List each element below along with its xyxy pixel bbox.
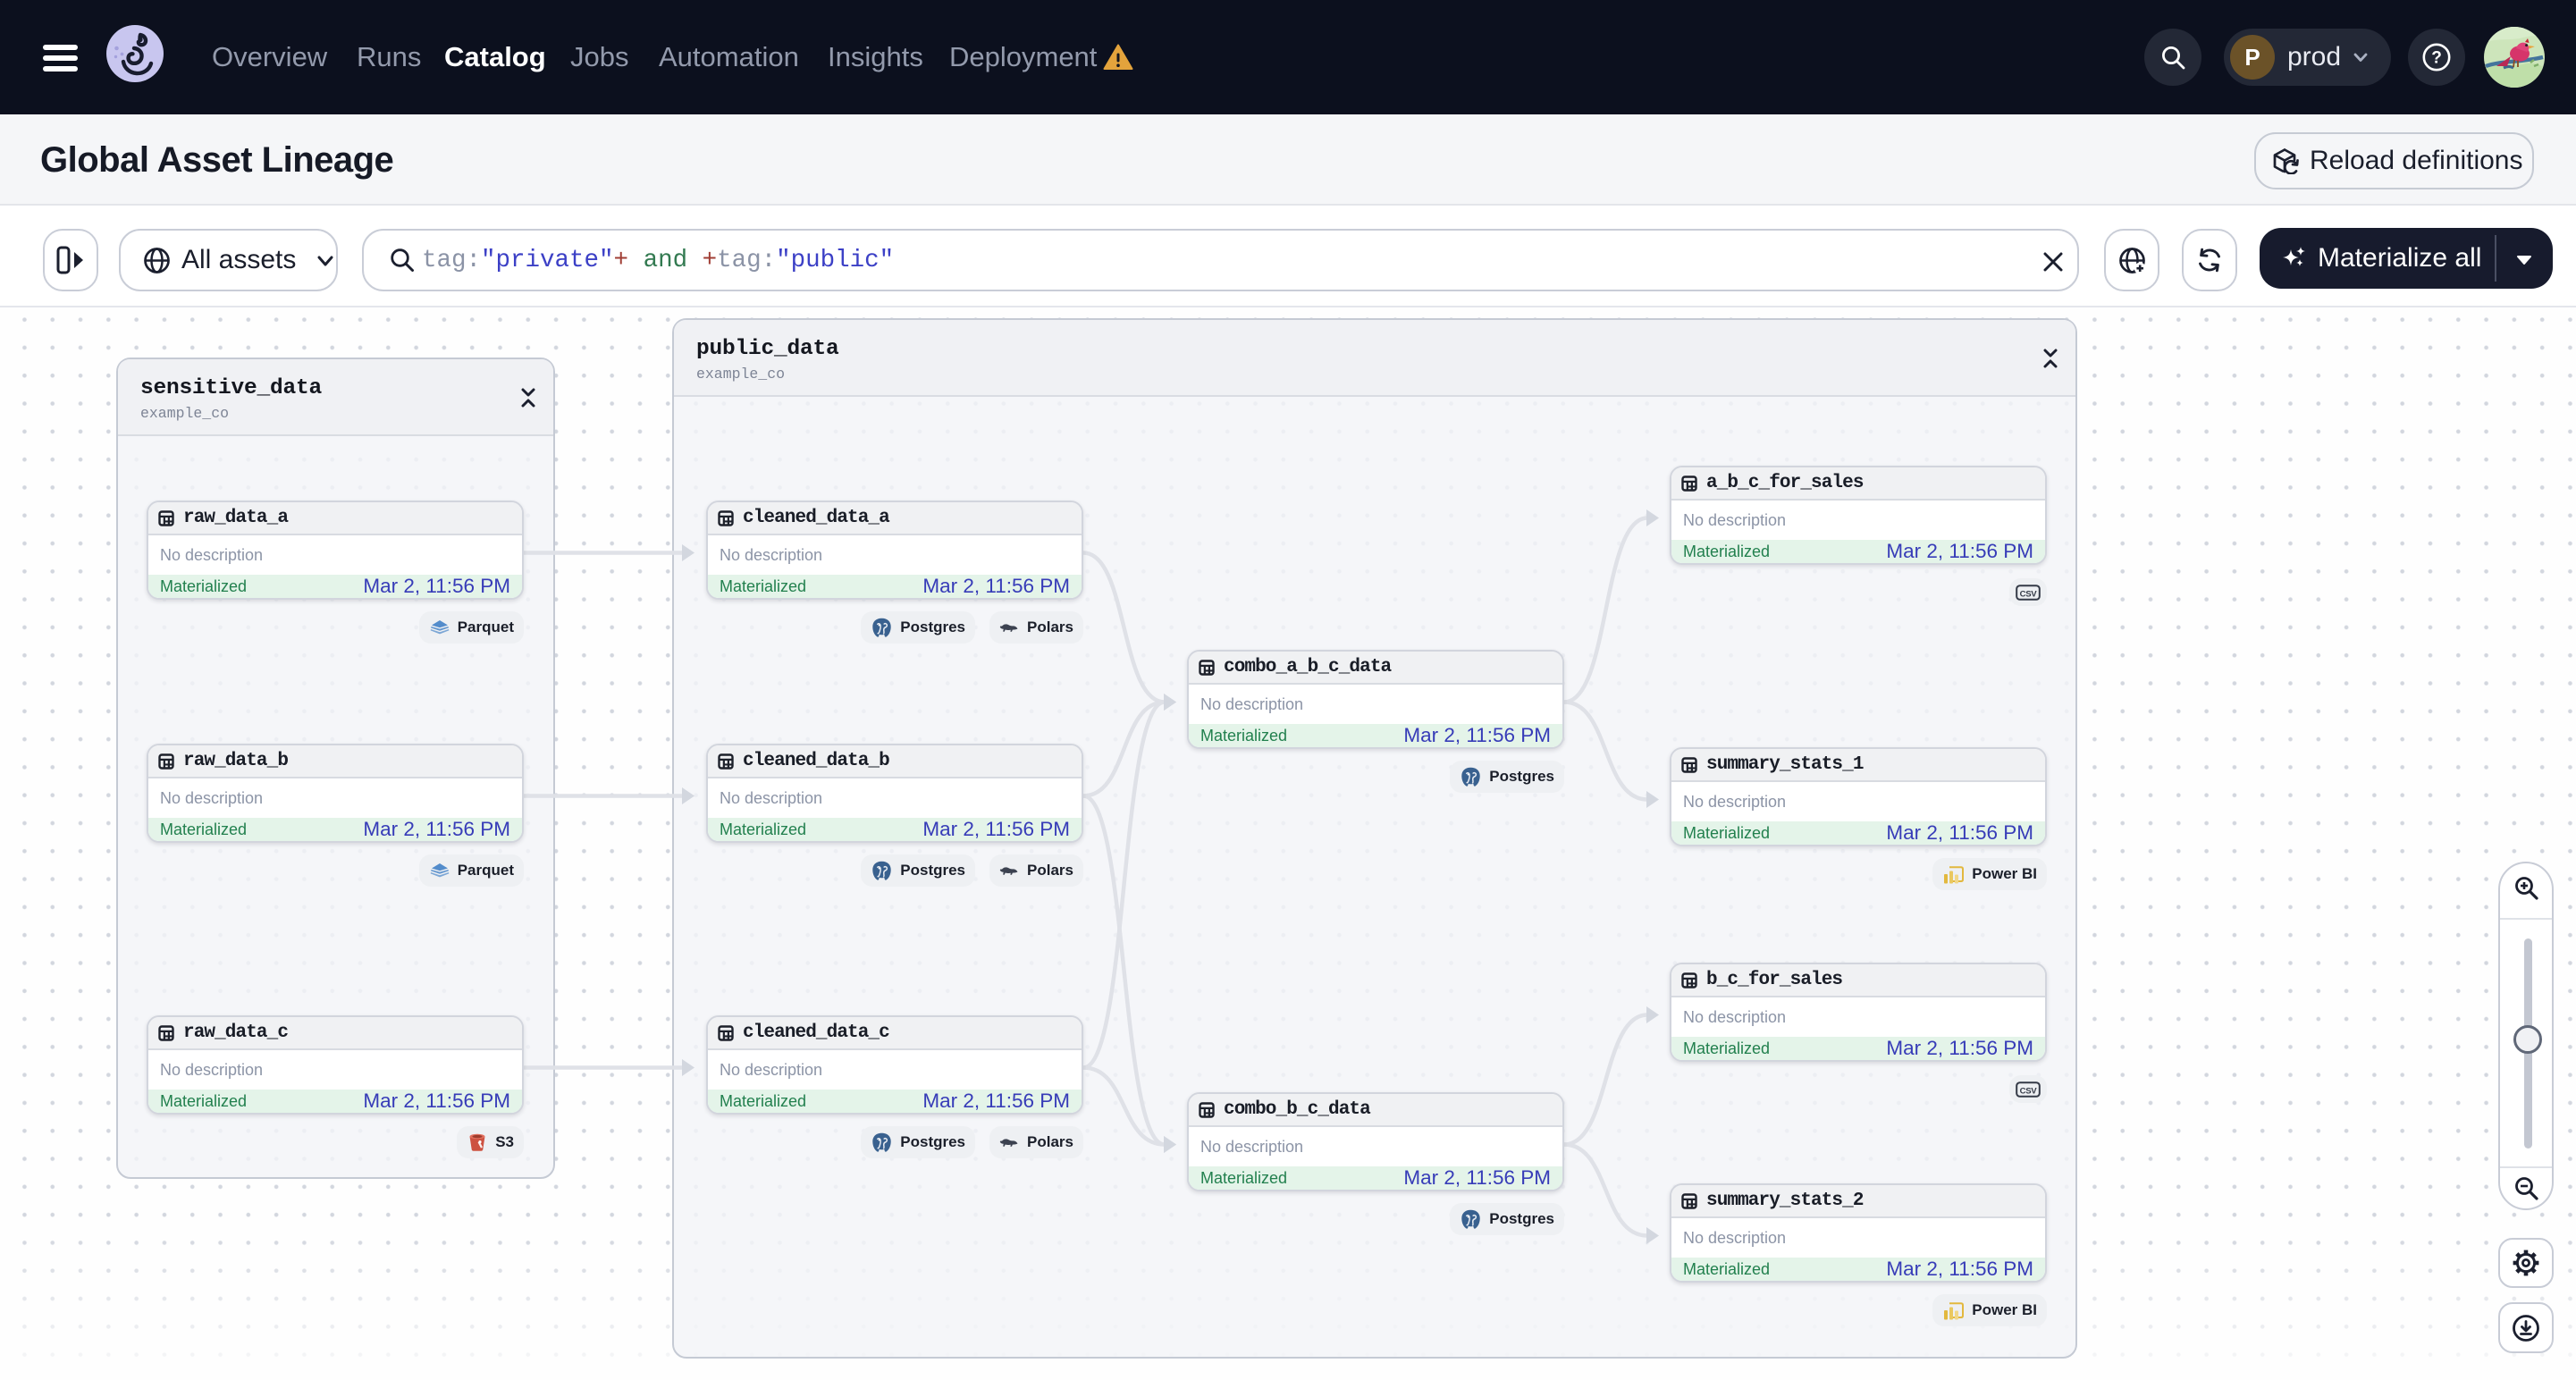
svg-text:CSV: CSV [2020, 1086, 2038, 1096]
svg-text:CSV: CSV [2020, 589, 2038, 599]
svg-text:?: ? [2431, 49, 2442, 68]
